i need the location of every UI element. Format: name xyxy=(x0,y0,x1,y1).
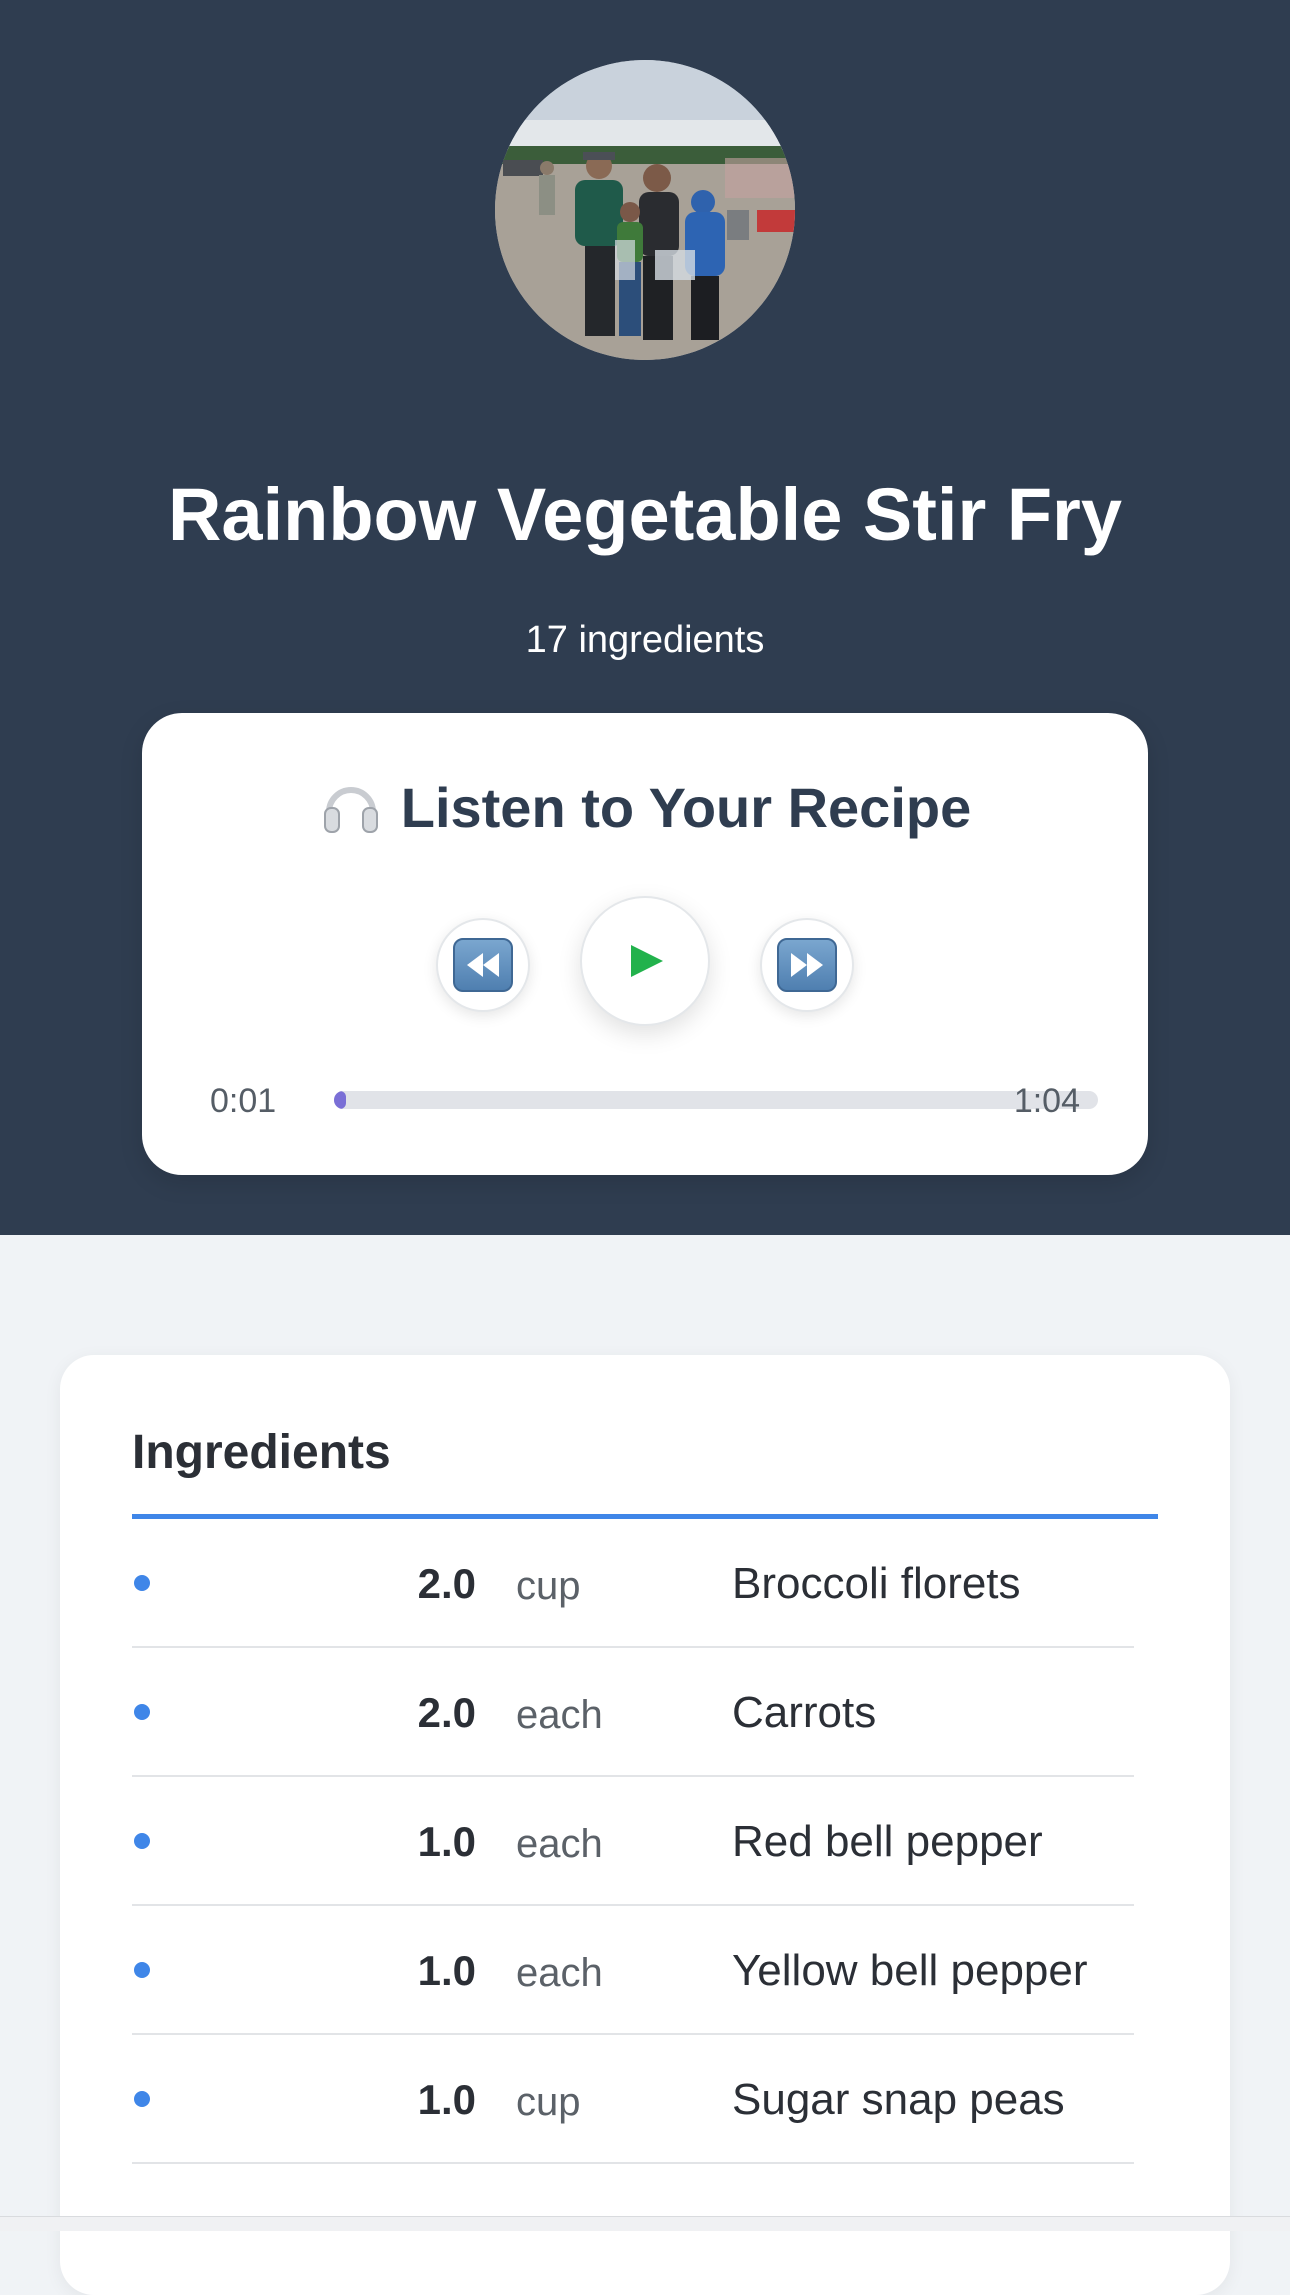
progress-bar[interactable] xyxy=(334,1091,1098,1109)
family-photo-image xyxy=(495,60,795,360)
play-button[interactable] xyxy=(580,896,710,1026)
ingredient-unit: each xyxy=(516,1822,603,1866)
bullet-icon xyxy=(134,1704,150,1720)
ingredient-row: 2.0 each Carrots xyxy=(132,1648,1134,1777)
ingredient-name: Red bell pepper xyxy=(732,1817,1043,1866)
ingredient-row: 1.0 cup Sugar snap peas xyxy=(132,2035,1134,2164)
rewind-icon xyxy=(453,938,513,992)
player-heading: Listen to Your Recipe xyxy=(142,775,1148,844)
recipe-photo xyxy=(495,60,795,360)
ingredient-unit: each xyxy=(516,1693,603,1737)
ingredient-count: 17 ingredients xyxy=(525,619,765,661)
bullet-icon xyxy=(134,2091,150,2107)
ingredient-row: 1.0 each Yellow bell pepper xyxy=(132,1906,1134,2035)
ingredient-row: 1.0 each Red bell pepper xyxy=(132,1777,1134,1906)
ingredient-qty: 2.0 xyxy=(417,1560,476,1607)
player-heading-text: Listen to Your Recipe xyxy=(400,776,972,839)
ingredient-name: Broccoli florets xyxy=(732,1559,1021,1608)
current-time: 0:01 xyxy=(210,1082,277,1120)
progress-fill xyxy=(334,1091,347,1109)
recipe-header: Rainbow Vegetable Stir Fry 17 ingredient… xyxy=(0,0,1290,1235)
ingredient-name: Sugar snap peas xyxy=(732,2075,1065,2124)
play-icon xyxy=(631,945,663,977)
ingredient-unit: cup xyxy=(516,2080,581,2124)
bullet-icon xyxy=(134,1833,150,1849)
ingredient-list: 2.0 cup Broccoli florets 2.0 each Carrot… xyxy=(132,1519,1134,2164)
fast-forward-icon xyxy=(777,938,837,992)
total-time: 1:04 xyxy=(1013,1082,1080,1120)
ingredients-title: Ingredients xyxy=(132,1426,391,1479)
browser-bottom-edge xyxy=(0,2216,1290,2231)
rewind-button[interactable] xyxy=(436,918,530,1012)
headphones-icon xyxy=(319,774,383,838)
bullet-icon xyxy=(134,1962,150,1978)
bullet-icon xyxy=(134,1575,150,1591)
ingredients-card: Ingredients 2.0 cup Broccoli florets 2.0… xyxy=(60,1355,1230,2295)
ingredient-qty: 1.0 xyxy=(417,2076,476,2123)
ingredient-qty: 1.0 xyxy=(417,1818,476,1865)
ingredient-name: Yellow bell pepper xyxy=(732,1946,1088,1995)
fast-forward-button[interactable] xyxy=(760,918,854,1012)
ingredient-row: 2.0 cup Broccoli florets xyxy=(132,1519,1134,1648)
ingredient-qty: 1.0 xyxy=(417,1947,476,1994)
ingredient-qty: 2.0 xyxy=(417,1689,476,1736)
recipe-title: Rainbow Vegetable Stir Fry xyxy=(167,473,1122,556)
audio-player: Listen to Your Recipe 0:01 1:04 xyxy=(142,713,1148,1175)
ingredient-unit: cup xyxy=(516,1564,581,1608)
ingredient-unit: each xyxy=(516,1951,603,1995)
ingredient-name: Carrots xyxy=(732,1688,877,1737)
